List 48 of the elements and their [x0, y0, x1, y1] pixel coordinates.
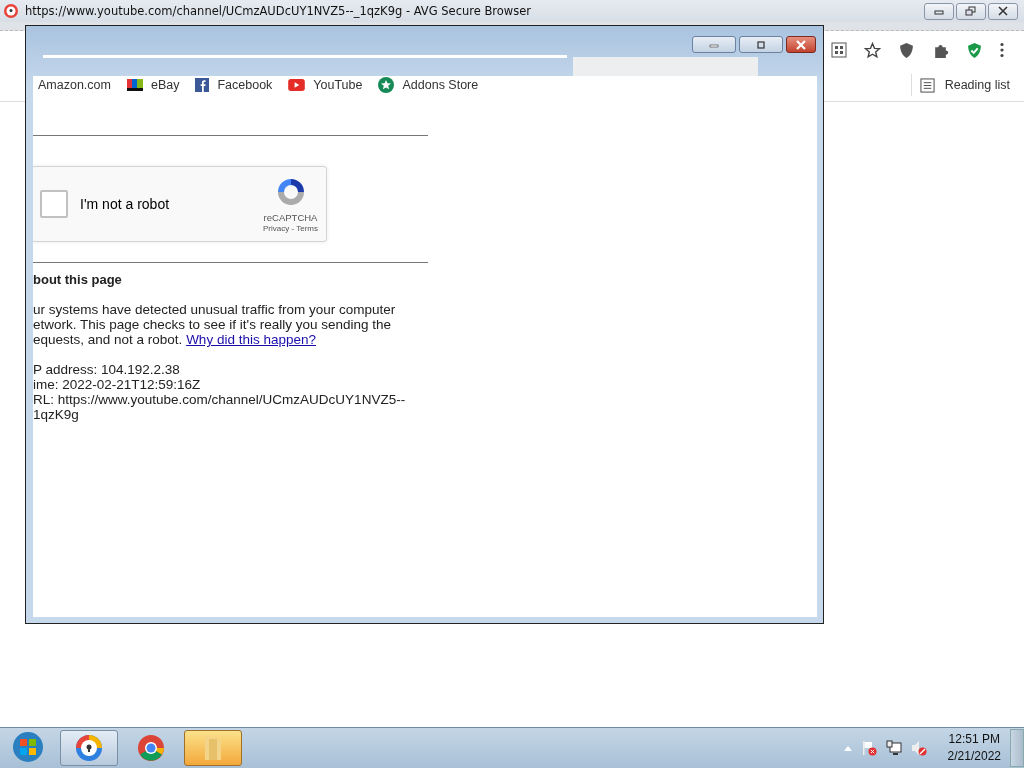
list-icon — [919, 77, 935, 93]
captcha-label: I'm not a robot — [80, 196, 170, 212]
bookmark-link[interactable]: YouTube — [288, 78, 363, 92]
taskbar-app-button[interactable] — [60, 730, 118, 766]
check-shield-icon[interactable] — [966, 41, 983, 59]
bookmark-link[interactable]: Addons Store — [378, 77, 479, 93]
close-button[interactable] — [786, 36, 816, 53]
info-line: RL: https://www.youtube.com/channel/UCmzAUDcUY1NVZ5-- — [33, 392, 407, 407]
close-button[interactable] — [988, 2, 1018, 20]
bookmark-link[interactable]: eBay — [126, 77, 180, 93]
close-icon — [795, 39, 807, 50]
muted-speaker-icon[interactable] — [910, 740, 927, 756]
bookmark-link[interactable]: Amazon.com — [38, 78, 111, 92]
network-icon[interactable] — [885, 740, 902, 756]
clock-date[interactable]: 2/21/2022 — [947, 748, 1001, 765]
reading-list-button[interactable]: Reading list — [910, 74, 1010, 96]
window-title: https://www.youtube.com/channel/UCmzAUDcUY1NVZ5--_1qzK9g - AVG Secure Browser — [25, 4, 532, 18]
info-line: P address: 104.192.2.38 — [33, 362, 181, 377]
maximize-button[interactable] — [739, 36, 783, 53]
section-heading: bout this page — [33, 272, 123, 287]
close-icon — [997, 6, 1009, 16]
paragraph-line: ur systems have detected unusual traffic from your computer — [33, 302, 397, 317]
info-line: ime: 2022-02-21T12:59:16Z — [33, 377, 202, 392]
minimize-button[interactable] — [692, 36, 736, 53]
more-icon[interactable] — [1000, 42, 1004, 58]
why-link[interactable]: Why did this happen? — [186, 332, 316, 347]
restore-button[interactable] — [956, 2, 986, 20]
taskbar-app-button[interactable] — [184, 730, 242, 766]
flag-error-icon[interactable] — [860, 740, 877, 756]
browser-logo-icon — [3, 3, 19, 19]
minimize-button[interactable] — [924, 2, 954, 20]
recaptcha-label: reCAPTCHA — [263, 211, 318, 223]
restore-icon — [965, 6, 977, 16]
privacy-terms-link[interactable]: Privacy - Terms — [263, 223, 318, 233]
bookmark-link[interactable]: Facebook — [195, 78, 273, 92]
info-line: 1qzK9g — [33, 407, 80, 422]
paragraph-line: equests, and not a robot. — [33, 332, 183, 347]
shield-icon[interactable] — [898, 41, 915, 59]
clock-time[interactable]: 12:51 PM — [948, 731, 1000, 748]
star-icon[interactable] — [864, 41, 881, 59]
maximize-icon — [755, 40, 767, 49]
chrome-icon — [136, 733, 166, 763]
captcha-checkbox[interactable] — [40, 190, 68, 218]
paragraph-line: etwork. This page checks to see if it's really you sending the — [33, 317, 392, 332]
grid-icon[interactable] — [831, 42, 847, 58]
youtube-icon — [288, 79, 306, 91]
browser-icon — [74, 733, 104, 763]
color-blocks-icon — [126, 77, 143, 93]
